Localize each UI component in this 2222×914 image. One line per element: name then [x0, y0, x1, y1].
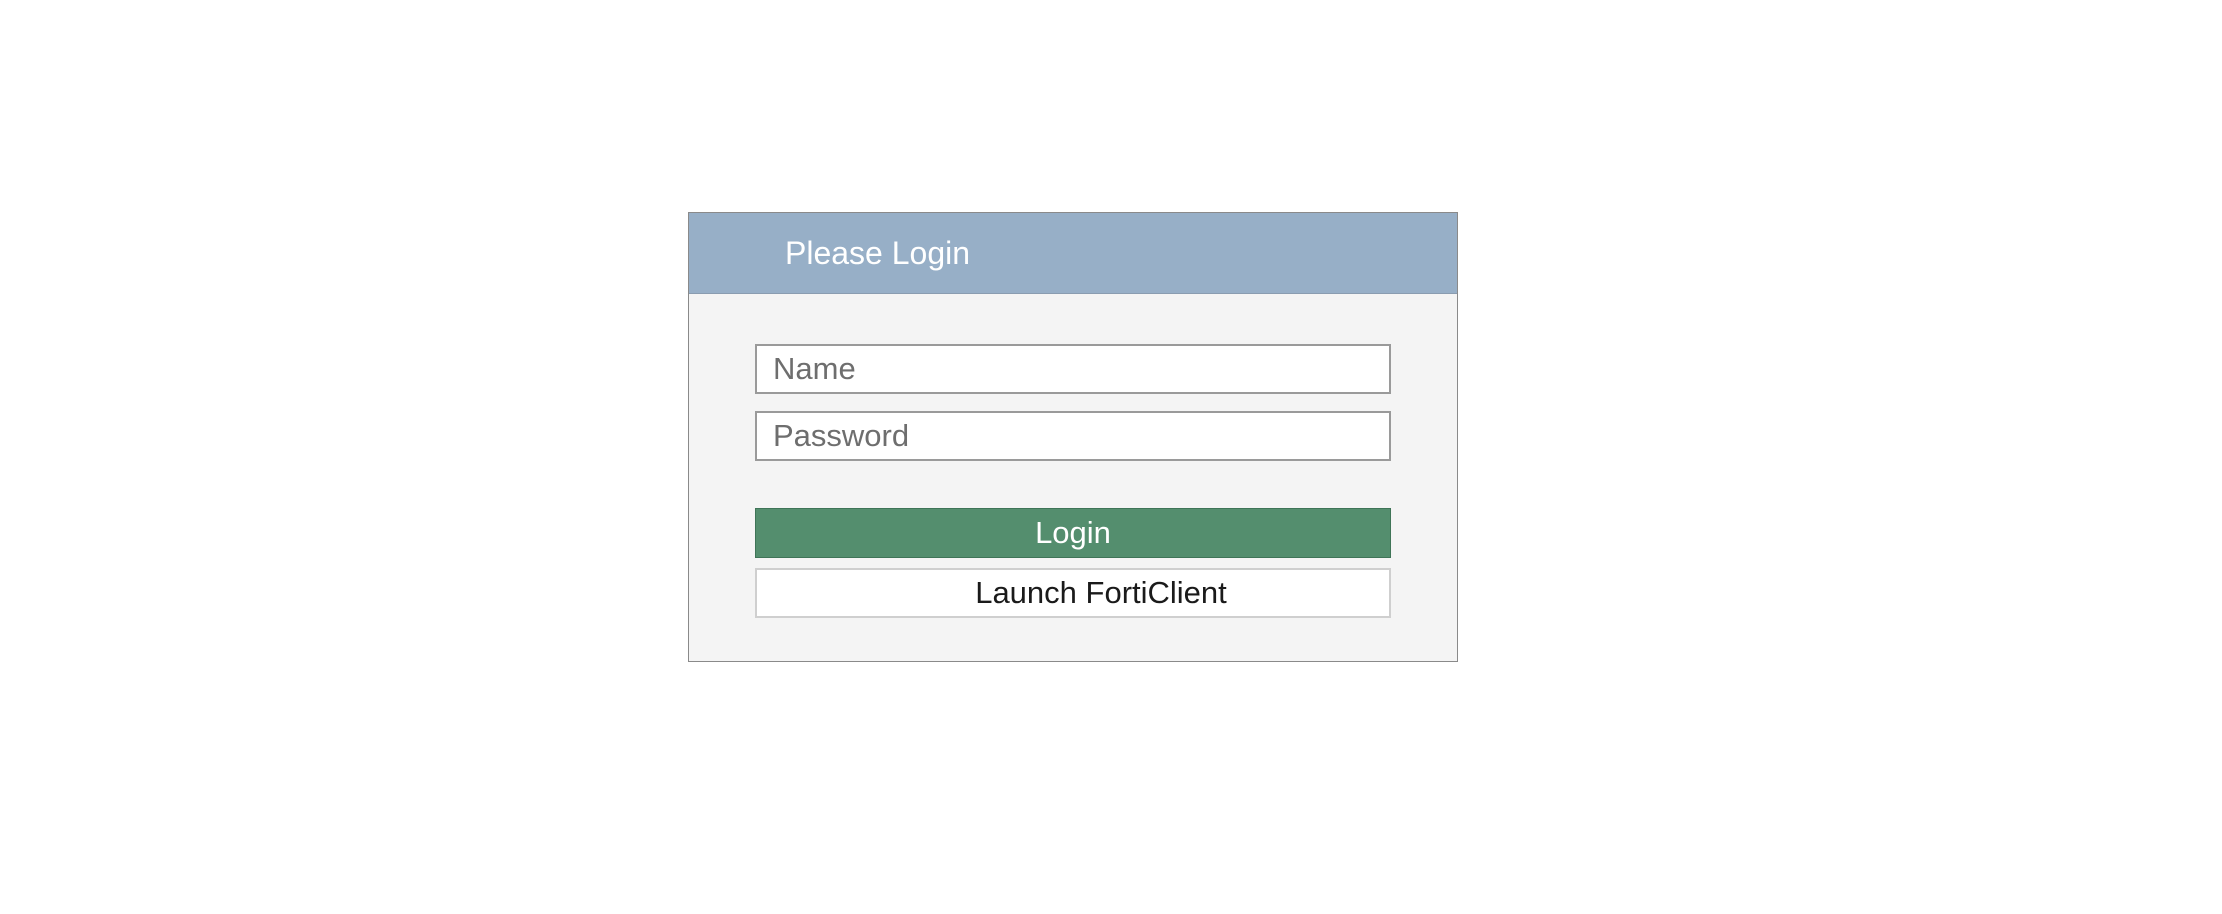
name-input[interactable]: [755, 344, 1391, 394]
login-panel: Please Login Login Launch FortiClient: [688, 212, 1458, 662]
login-button[interactable]: Login: [755, 508, 1391, 558]
launch-forticlient-button-label: Launch FortiClient: [975, 575, 1227, 610]
login-panel-header: Please Login: [689, 213, 1457, 294]
login-panel-title: Please Login: [785, 234, 971, 271]
password-input[interactable]: [755, 411, 1391, 461]
login-button-label: Login: [1035, 515, 1111, 550]
launch-forticlient-button[interactable]: Launch FortiClient: [755, 568, 1391, 618]
